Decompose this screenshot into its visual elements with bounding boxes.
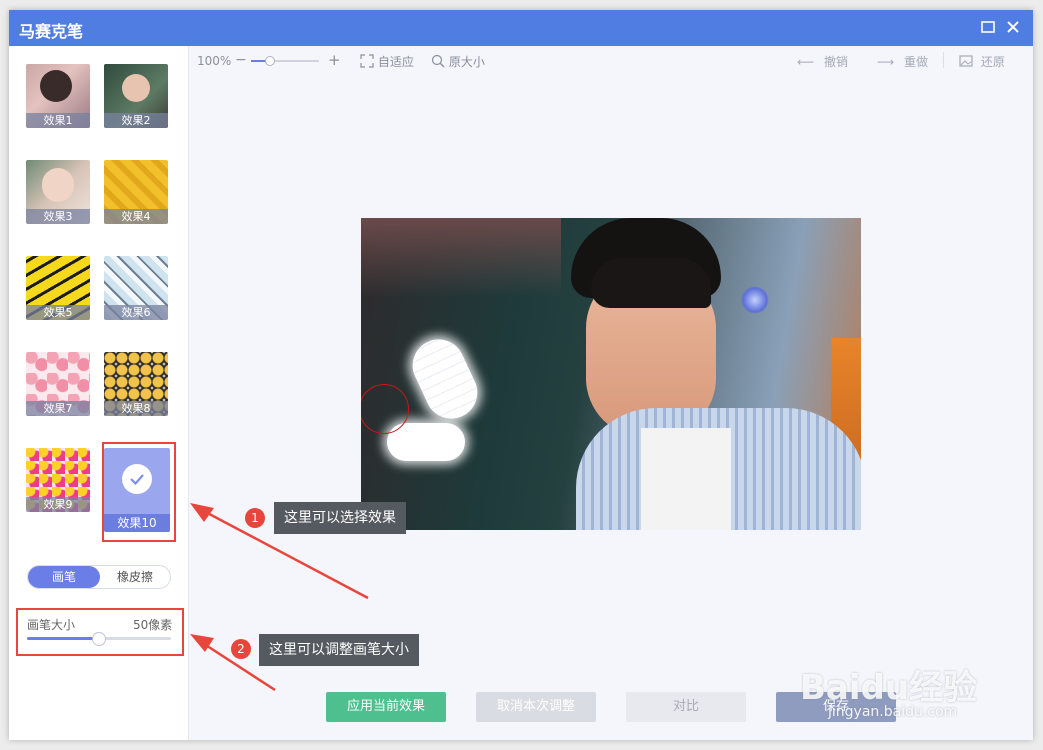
- watermark-brand: Baidu经验: [800, 668, 978, 708]
- annotation-badge-1: 1: [245, 508, 265, 528]
- annotation-callout-1: 这里可以选择效果: [274, 502, 406, 534]
- annotation-badge-2: 2: [231, 639, 251, 659]
- arrow-1-head: [190, 503, 214, 522]
- annotation-callout-2: 这里可以调整画笔大小: [259, 634, 419, 666]
- watermark-url: jingyan.baidu.com: [828, 704, 958, 720]
- annotation-arrows: [190, 503, 369, 692]
